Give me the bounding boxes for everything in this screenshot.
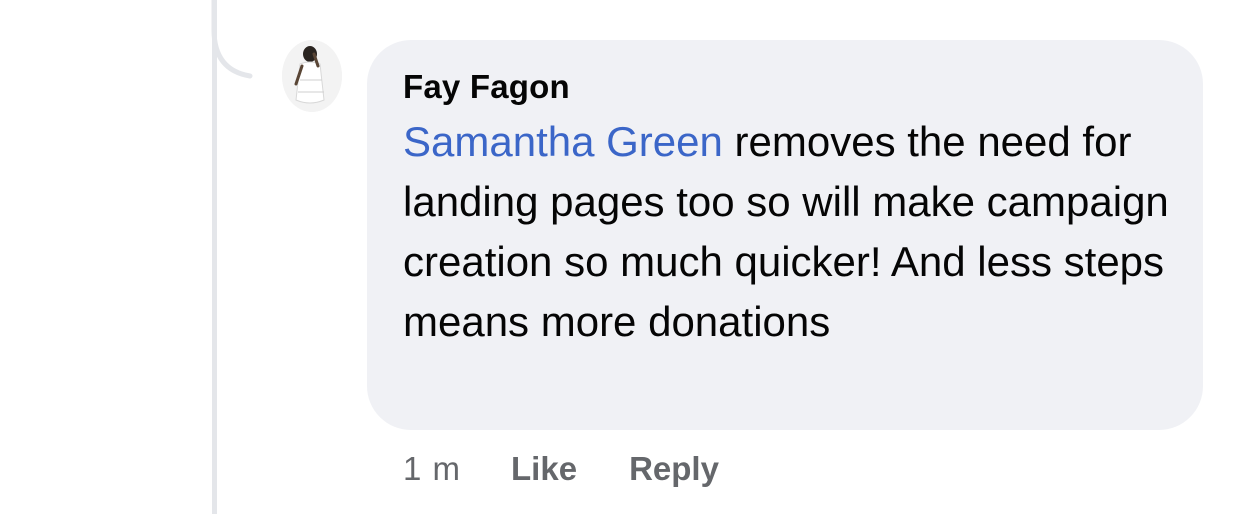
like-button[interactable]: Like bbox=[511, 450, 577, 488]
comment-thread: Fay Fagon Samantha Green removes the nee… bbox=[0, 0, 1242, 514]
avatar[interactable] bbox=[282, 40, 342, 112]
comment-author[interactable]: Fay Fagon bbox=[403, 64, 1167, 110]
comment-timestamp[interactable]: 1 m bbox=[403, 450, 461, 488]
comment-bubble: Fay Fagon Samantha Green removes the nee… bbox=[367, 40, 1203, 430]
comment-actions: 1 m Like Reply bbox=[403, 444, 771, 494]
reply-button[interactable]: Reply bbox=[629, 450, 719, 488]
thread-connector bbox=[211, 0, 253, 79]
mention-link[interactable]: Samantha Green bbox=[403, 118, 723, 165]
profile-photo-icon bbox=[282, 40, 342, 112]
comment-body: Samantha Green removes the need for land… bbox=[403, 112, 1173, 352]
